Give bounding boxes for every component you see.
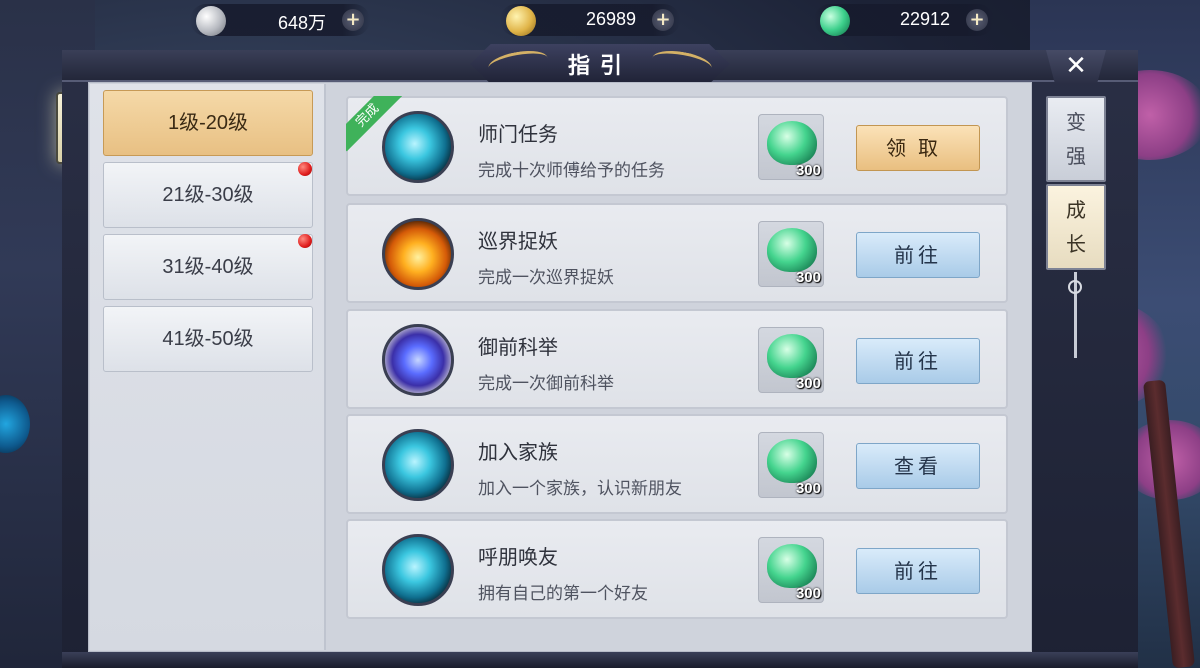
fire-icon [382, 218, 454, 290]
task-description: 加入一个家族，认识新朋友 [478, 479, 682, 499]
close-button[interactable]: ✕ [1046, 50, 1106, 84]
task-row: 巡界捉妖 完成一次巡界捉妖 300 前往 [346, 203, 1008, 303]
gold-coin-icon [506, 6, 536, 36]
reward-slot[interactable]: 300 [758, 114, 824, 180]
view-button[interactable]: 查看 [856, 443, 980, 489]
jade-reward-icon [767, 544, 817, 588]
go-button[interactable]: 前往 [856, 232, 980, 278]
currency-jade: 22912 + [814, 4, 994, 36]
add-gold-button[interactable]: + [652, 9, 674, 31]
gem-icon [382, 324, 454, 396]
pendant-ring-icon [1068, 280, 1082, 294]
jade-reward-icon [767, 121, 817, 165]
jade-reward-icon [767, 334, 817, 378]
side-tab-growth[interactable]: 成 长 [1046, 184, 1106, 270]
currency-gold: 26989 + [500, 4, 680, 36]
go-button[interactable]: 前往 [856, 338, 980, 384]
reward-slot[interactable]: 300 [758, 221, 824, 287]
side-tab-char: 长 [1066, 232, 1086, 256]
task-description: 完成一次巡界捉妖 [478, 268, 614, 288]
jade-reward-icon [767, 228, 817, 272]
jade-reward-icon [767, 439, 817, 483]
side-tab-char: 强 [1066, 144, 1086, 168]
silver-coin-icon [196, 6, 226, 36]
reward-count: 300 [795, 162, 821, 179]
reward-count: 300 [795, 480, 821, 497]
level-tab-31-40[interactable]: 31级-40级 [103, 234, 313, 300]
jade-amount: 22912 [899, 9, 950, 29]
add-jade-button[interactable]: + [966, 9, 988, 31]
reward-slot[interactable]: 300 [758, 432, 824, 498]
task-title: 御前科举 [478, 335, 558, 359]
add-silver-button[interactable]: + [342, 9, 364, 31]
task-row: 御前科举 完成一次御前科举 300 前往 [346, 309, 1008, 409]
currency-bar: 648万 + 26989 + 22912 + [190, 0, 1010, 40]
side-tab-strengthen[interactable]: 变 强 [1046, 96, 1106, 182]
notification-dot [298, 162, 312, 176]
reward-count: 300 [795, 585, 821, 602]
task-title: 呼朋唤友 [478, 545, 558, 569]
level-tab-1-20[interactable]: 1级-20级 [103, 90, 313, 156]
silver-amount: 648万 [277, 13, 326, 33]
task-title: 巡界捉妖 [478, 229, 558, 253]
swirl-icon [382, 111, 454, 183]
swirl-icon [382, 429, 454, 501]
reward-slot[interactable]: 300 [758, 537, 824, 603]
reward-count: 300 [795, 269, 821, 286]
task-row: 呼朋唤友 拥有自己的第一个好友 300 前往 [346, 519, 1008, 619]
bottom-trim [62, 652, 1138, 668]
task-description: 完成一次御前科举 [478, 374, 614, 394]
level-tab-41-50[interactable]: 41级-50级 [103, 306, 313, 372]
reward-count: 300 [795, 375, 821, 392]
task-title: 加入家族 [478, 440, 558, 464]
task-row: 加入家族 加入一个家族，认识新朋友 300 查看 [346, 414, 1008, 514]
task-description: 拥有自己的第一个好友 [478, 584, 648, 604]
task-title: 师门任务 [478, 122, 558, 146]
window-title: 指引 [567, 54, 632, 79]
task-description: 完成十次师傅给予的任务 [478, 161, 665, 181]
gold-amount: 26989 [585, 9, 636, 29]
claim-button[interactable]: 领取 [856, 125, 980, 171]
swirl-icon [382, 534, 454, 606]
side-tab-char: 变 [1066, 110, 1086, 134]
level-tab-21-30[interactable]: 21级-30级 [103, 162, 313, 228]
go-button[interactable]: 前往 [856, 548, 980, 594]
task-row: 完成 师门任务 完成十次师傅给予的任务 300 领取 [346, 96, 1008, 196]
reward-slot[interactable]: 300 [758, 327, 824, 393]
notification-dot [298, 234, 312, 248]
currency-silver: 648万 + [190, 4, 370, 36]
side-tab-char: 成 [1066, 198, 1086, 222]
jade-icon [820, 6, 850, 36]
